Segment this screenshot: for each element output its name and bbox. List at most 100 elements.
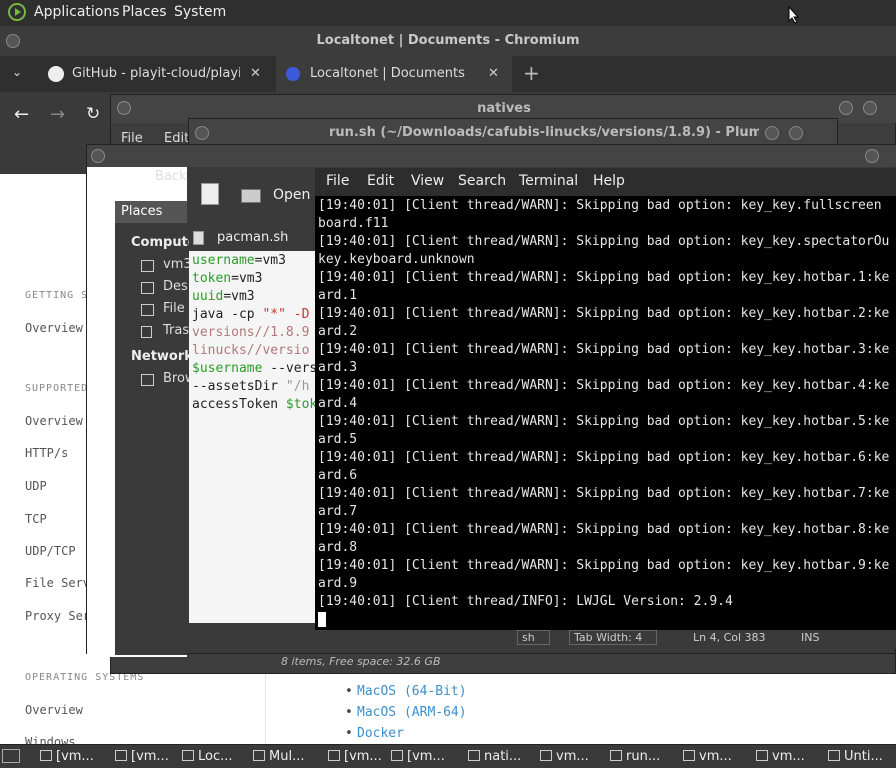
terminal-line: [19:40:01] [Client thread/WARN]: Skippin… bbox=[318, 306, 890, 321]
distro-logo-icon[interactable] bbox=[8, 3, 26, 21]
caja-titlebar[interactable] bbox=[87, 145, 896, 167]
window-menu-button[interactable] bbox=[195, 126, 209, 140]
terminal-menu-search[interactable]: Search bbox=[458, 173, 506, 189]
terminal-line: ard.6 bbox=[318, 468, 358, 483]
caja-back-button[interactable]: Back bbox=[155, 169, 187, 184]
maximize-button[interactable] bbox=[863, 101, 877, 115]
terminal-menu-terminal[interactable]: Terminal bbox=[519, 173, 578, 189]
taskbar-item[interactable]: vm... bbox=[756, 747, 822, 766]
terminal-menu-help[interactable]: Help bbox=[593, 173, 625, 189]
places-menu[interactable]: Places bbox=[122, 4, 167, 20]
window-menu-button[interactable] bbox=[117, 101, 131, 115]
tab-github[interactable]: GitHub - playit-cloud/playit- ✕ bbox=[38, 56, 270, 92]
new-tab-button[interactable]: + bbox=[523, 61, 540, 85]
minimize-button[interactable] bbox=[839, 101, 853, 115]
maximize-button[interactable] bbox=[865, 149, 879, 163]
sidebar-item-desktop[interactable]: Des bbox=[163, 279, 188, 294]
pluma-tab-label: pacman.sh bbox=[217, 230, 289, 245]
new-document-icon[interactable] bbox=[201, 183, 219, 205]
docs-list-item[interactable]: MacOS (ARM-64) bbox=[345, 705, 467, 720]
show-desktop-icon[interactable] bbox=[2, 749, 20, 763]
terminal-line: [19:40:01] [Client thread/WARN]: Skippin… bbox=[318, 486, 890, 501]
caja-places-selector[interactable]: Places bbox=[115, 201, 187, 223]
docs-link-overview[interactable]: Overview bbox=[25, 414, 83, 428]
network-icon bbox=[141, 374, 154, 386]
home-folder-icon bbox=[141, 260, 154, 272]
terminal-line: [19:40:01] [Client thread/WARN]: Skippin… bbox=[318, 450, 890, 465]
tab-search-chevron-icon[interactable]: ⌄ bbox=[12, 65, 22, 79]
top-panel: Applications Places System bbox=[0, 0, 896, 26]
minimize-button[interactable] bbox=[765, 126, 779, 140]
taskbar-item[interactable]: run... bbox=[610, 747, 676, 766]
terminal-line: ard.2 bbox=[318, 324, 358, 339]
docs-link-overview[interactable]: Overview bbox=[25, 321, 83, 335]
back-arrow-icon[interactable]: ← bbox=[14, 104, 29, 125]
open-folder-icon[interactable] bbox=[241, 189, 261, 203]
sidebar-item-filesystem[interactable]: File bbox=[163, 301, 185, 316]
taskbar-item[interactable]: [vm... bbox=[391, 747, 457, 766]
chromium-titlebar[interactable]: Localtonet | Documents - Chromium bbox=[0, 26, 896, 56]
terminal-menu-file[interactable]: File bbox=[326, 173, 349, 189]
terminal-line: ard.8 bbox=[318, 540, 358, 555]
docs-link-overview[interactable]: Overview bbox=[25, 703, 83, 717]
terminal-line: [19:40:01] [Client thread/WARN]: Skippin… bbox=[318, 198, 882, 213]
docs-link-udp-tcp[interactable]: UDP/TCP bbox=[25, 544, 76, 558]
applications-menu[interactable]: Applications bbox=[34, 4, 120, 20]
sidebar-item-trash[interactable]: Tras bbox=[163, 323, 189, 338]
window-icon bbox=[182, 750, 194, 761]
taskbar-item[interactable]: Unti... bbox=[828, 747, 894, 766]
taskbar-item[interactable]: [vm... bbox=[328, 747, 394, 766]
localtonet-icon bbox=[286, 67, 300, 81]
terminal-line: [19:40:01] [Client thread/WARN]: Skippin… bbox=[318, 234, 890, 249]
taskbar-item[interactable]: vm... bbox=[540, 747, 606, 766]
system-menu[interactable]: System bbox=[174, 4, 226, 20]
taskbar-item[interactable]: vm... bbox=[683, 747, 749, 766]
window-icon bbox=[391, 750, 403, 761]
tab-width-selector[interactable]: Tab Width: 4 bbox=[569, 630, 658, 645]
pluma-editor[interactable]: username=vm3 token=vm3 uuid=vm3 java -cp… bbox=[189, 251, 319, 623]
code-line: java -cp "*" -D bbox=[192, 307, 310, 322]
taskbar-item-label: run... bbox=[626, 749, 661, 764]
chromium-window-title: Localtonet | Documents - Chromium bbox=[316, 33, 580, 48]
taskbar-item-label: [vm... bbox=[56, 749, 94, 764]
code-line: versions//1.8.9 bbox=[192, 325, 310, 340]
terminal-line: [19:40:01] [Client thread/WARN]: Skippin… bbox=[318, 378, 890, 393]
taskbar-item-label: [vm... bbox=[407, 749, 445, 764]
terminal-menu-view[interactable]: View bbox=[411, 173, 444, 189]
pluma-statusbar: sh Tab Width: 4 Ln 4, Col 383 INS bbox=[317, 627, 896, 649]
taskbar-item[interactable]: Loc... bbox=[182, 747, 248, 766]
taskbar-item[interactable]: [vm... bbox=[115, 747, 181, 766]
mouse-pointer-icon bbox=[788, 6, 800, 24]
pluma-tab[interactable]: pacman.sh bbox=[189, 227, 317, 251]
window-menu-button[interactable] bbox=[6, 34, 20, 48]
window-icon bbox=[468, 750, 480, 761]
code-line: linucks//versio bbox=[192, 343, 310, 358]
docs-list-item[interactable]: Docker bbox=[345, 726, 404, 741]
terminal-line: ard.1 bbox=[318, 288, 358, 303]
docs-link-udp[interactable]: UDP bbox=[25, 479, 47, 493]
sidebar-item-vm3[interactable]: vm3 bbox=[163, 257, 192, 272]
tab-close-icon[interactable]: ✕ bbox=[488, 56, 499, 92]
docs-list-item[interactable]: MacOS (64-Bit) bbox=[345, 684, 467, 699]
taskbar-item[interactable]: Mul... bbox=[253, 747, 319, 766]
language-selector[interactable]: sh bbox=[517, 630, 550, 645]
taskbar-item-label: vm... bbox=[556, 749, 589, 764]
docs-link-http[interactable]: HTTP/s bbox=[25, 446, 68, 460]
window-icon bbox=[40, 750, 52, 761]
window-menu-button[interactable] bbox=[91, 149, 105, 163]
tab-localtonet[interactable]: Localtonet | Documents ✕ bbox=[276, 56, 512, 92]
terminal-menu-edit[interactable]: Edit bbox=[367, 173, 394, 189]
open-button[interactable]: Open bbox=[273, 187, 310, 203]
taskbar-item[interactable]: [vm... bbox=[40, 747, 106, 766]
forward-arrow-icon[interactable]: → bbox=[50, 104, 65, 125]
maximize-button[interactable] bbox=[789, 126, 803, 140]
docs-link-tcp[interactable]: TCP bbox=[25, 512, 47, 526]
tab-close-icon[interactable]: ✕ bbox=[250, 56, 261, 92]
code-line: accessToken $tok bbox=[192, 397, 318, 412]
terminal-output[interactable]: [19:40:01] [Client thread/WARN]: Skippin… bbox=[315, 196, 896, 630]
taskbar-item[interactable]: nati... bbox=[468, 747, 534, 766]
reload-icon[interactable]: ↻ bbox=[86, 104, 100, 124]
window-icon bbox=[828, 750, 840, 761]
window-icon bbox=[328, 750, 340, 761]
window-icon bbox=[756, 750, 768, 761]
